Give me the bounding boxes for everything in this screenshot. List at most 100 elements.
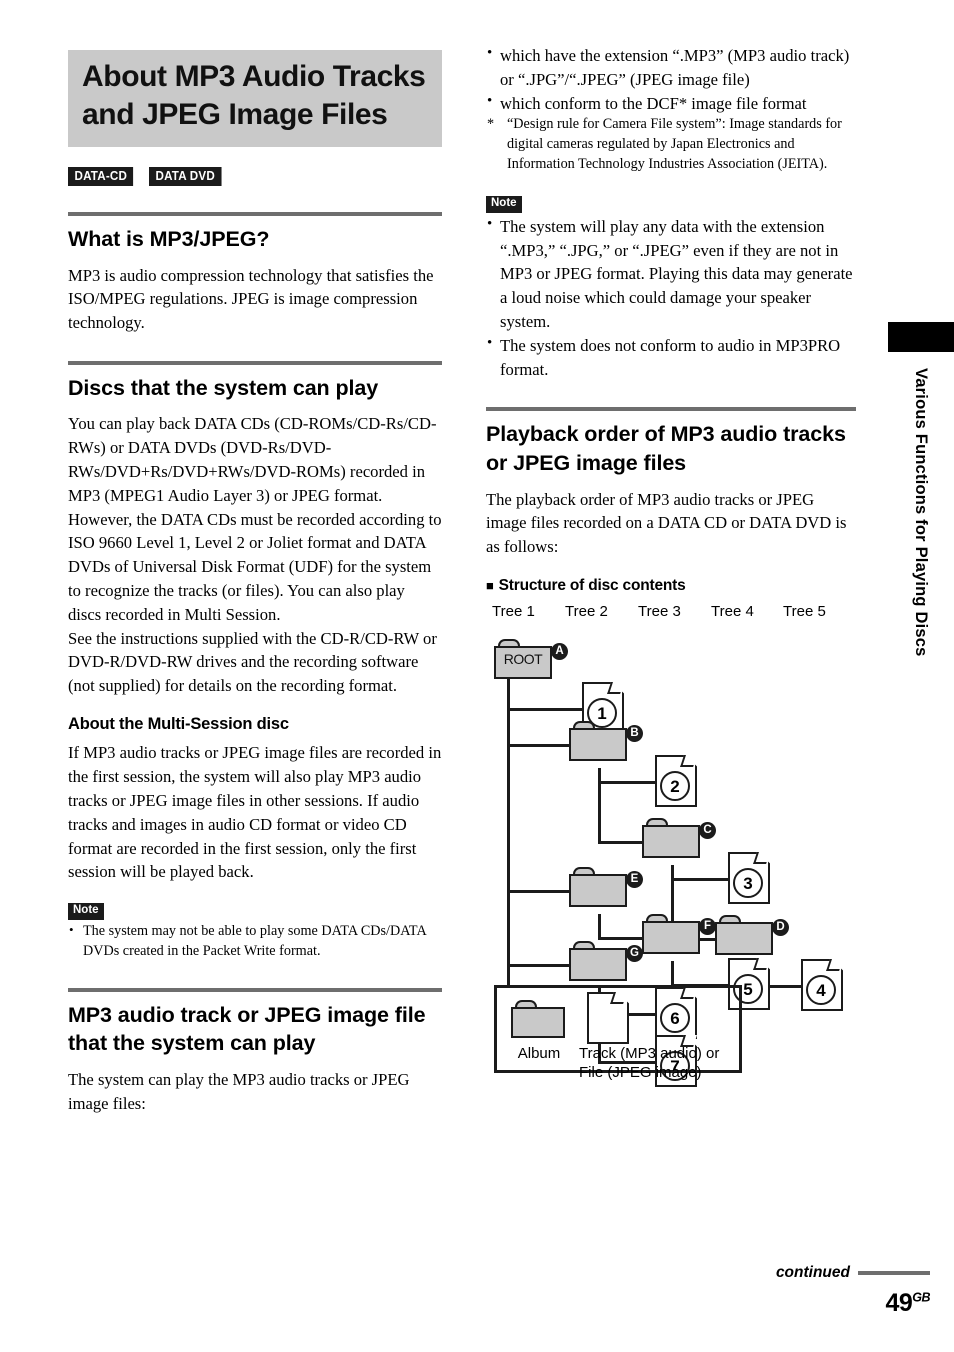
tree-connector: [507, 889, 573, 893]
badge-data-cd: DATA-CD: [68, 166, 134, 186]
footnote-text: “Design rule for Camera File system”: Im…: [507, 116, 842, 173]
folder-icon: ROOT: [494, 638, 552, 679]
note-list-right: The system will play any data with the e…: [486, 214, 856, 382]
heading-playable-file-types: MP3 audio track or JPEG image file that …: [68, 1002, 426, 1056]
paragraph-multi-session: If MP3 audio tracks or JPEG image files …: [68, 743, 442, 882]
tree-tag-d: D: [772, 918, 789, 936]
right-column: which have the extension “.MP3” (MP3 aud…: [486, 43, 856, 1087]
legend-caption-file: Track (MP3 audio) or File (JPEG image): [579, 1044, 720, 1082]
tree-label-1: Tree 1: [492, 602, 535, 620]
folder-icon: [569, 940, 627, 981]
heading-what-is-mp3-jpeg: What is MP3/JPEG?: [68, 226, 270, 251]
dcf-footnote: * “Design rule for Camera File system”: …: [486, 115, 856, 175]
page-number-value: 49: [885, 1289, 913, 1317]
tree-folder-d: D: [715, 914, 789, 955]
folder-body: [642, 920, 700, 954]
tree-tag-e: E: [626, 870, 643, 888]
tree-tag-g: G: [626, 944, 643, 962]
folder-body: [569, 947, 627, 981]
file-icon: [587, 991, 629, 1044]
note-item: The system will play any data with the e…: [486, 214, 856, 334]
note-block-left: Note The system may not be able to play …: [68, 900, 442, 962]
heading-discs-that-system-can-play: Discs that the system can play: [68, 375, 379, 400]
tree-folder-root: ROOT A: [494, 638, 568, 679]
tree-connector: [507, 678, 510, 987]
folder-icon: [569, 720, 627, 761]
tree-label-3: Tree 3: [638, 602, 681, 620]
folder-body: [569, 873, 627, 907]
disc-type-badges: DATA-CD DATA DVD: [68, 166, 442, 186]
section-divider: [68, 360, 442, 365]
tree-tag-f: F: [699, 917, 716, 935]
tree-folder-f: F: [642, 913, 716, 954]
section-divider: [68, 211, 442, 216]
subheading-multi-session-disc: About the Multi-Session disc: [68, 715, 289, 734]
tree-file-3: 3: [728, 851, 770, 904]
page-number-suffix: GB: [912, 1290, 930, 1305]
tree-tag-c: C: [699, 821, 716, 839]
left-column: About MP3 Audio Tracks and JPEG Image Fi…: [68, 50, 442, 1116]
folder-icon: [642, 817, 700, 858]
tree-label-5: Tree 5: [783, 602, 826, 620]
tree-column-labels: Tree 1 Tree 2 Tree 3 Tree 4 Tree 5: [486, 603, 856, 625]
folder-body: [511, 1006, 565, 1038]
paragraph-playable-discs: You can play back DATA CDs (CD-ROMs/CD-R…: [68, 414, 442, 624]
note-block-right: Note The system will play any data with …: [486, 193, 856, 381]
page-footer: continued 49GB: [776, 1264, 931, 1318]
diagram-legend: Album Track (MP3 audio) or File (JPEG im…: [494, 984, 742, 1081]
folder-icon: [715, 914, 773, 955]
page-title: About MP3 Audio Tracks and JPEG Image Fi…: [82, 60, 426, 132]
paragraph-playable-file-types: The system can play the MP3 audio tracks…: [68, 1070, 410, 1113]
badge-data-dvd: DATA DVD: [149, 166, 222, 186]
tree-tag-a: A: [551, 642, 568, 660]
side-tab-label: Various Functions for Playing Discs: [912, 368, 930, 657]
file-number-4: 4: [806, 974, 836, 1005]
footnote-marker: *: [487, 116, 495, 133]
square-bullet-icon: ■: [486, 577, 494, 593]
file-number-2: 2: [660, 770, 690, 801]
folder-body: [715, 921, 773, 955]
section-divider: [68, 987, 442, 992]
note-item: The system does not conform to audio in …: [486, 333, 856, 382]
file-icon: 2: [655, 754, 697, 807]
side-tab-marker: [888, 322, 954, 352]
tree-connector: [598, 780, 656, 784]
tree-folder-e: E: [569, 866, 643, 907]
folder-body: [569, 727, 627, 761]
heading-structure-of-disc-contents: ■ Structure of disc contents: [486, 577, 856, 595]
paragraph-what-is-mp3-jpeg: MP3 is audio compression technology that…: [68, 265, 434, 333]
tree-connector: [598, 767, 601, 844]
tree-connector: [507, 707, 583, 711]
spec-bullet-item: which have the extension “.MP3” (MP3 aud…: [486, 43, 856, 92]
file-number-3: 3: [733, 867, 763, 898]
note-label: Note: [68, 903, 104, 921]
tree-connector: [507, 743, 573, 747]
tree-folder-g: G: [569, 940, 643, 981]
paragraph-drive-instructions: See the instructions supplied with the C…: [68, 628, 437, 696]
folder-icon: [642, 913, 700, 954]
legend-file-icon: [587, 991, 629, 1044]
folder-icon: [569, 866, 627, 907]
tree-label-2: Tree 2: [565, 602, 608, 620]
tree-connector: [671, 877, 729, 881]
section-divider: [486, 407, 856, 412]
page-title-banner: About MP3 Audio Tracks and JPEG Image Fi…: [68, 50, 442, 147]
file-icon: 3: [728, 851, 770, 904]
note-item: The system may not be able to play some …: [68, 921, 442, 962]
paragraph-playback-order: The playback order of MP3 audio tracks o…: [486, 489, 847, 557]
tree-folder-c: C: [642, 817, 716, 858]
continued-label: continued: [775, 1264, 850, 1281]
disc-structure-diagram: Tree 1 Tree 2 Tree 3 Tree 4 Tree 5 ROOT …: [486, 603, 856, 1087]
continued-row: continued: [776, 1264, 930, 1282]
file-icon: 4: [801, 958, 843, 1011]
note-list-left: The system may not be able to play some …: [68, 921, 442, 962]
page-number: 49GB: [776, 1289, 930, 1318]
folder-label-root: ROOT: [503, 650, 543, 667]
legend-folder-icon: [511, 999, 565, 1038]
structure-heading-label: Structure of disc contents: [498, 576, 686, 594]
spec-bullet-list: which have the extension “.MP3” (MP3 aud…: [486, 43, 856, 115]
tree-connector: [507, 963, 573, 967]
folder-icon: [511, 999, 565, 1038]
document-page: About MP3 Audio Tracks and JPEG Image Fi…: [0, 0, 954, 1352]
chapter-side-tab: Various Functions for Playing Discs: [888, 322, 954, 656]
